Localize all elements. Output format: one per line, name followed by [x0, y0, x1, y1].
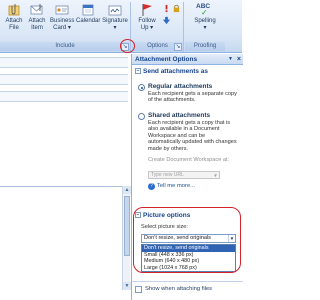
message-scrollbar[interactable]: ▲ ▼: [122, 186, 131, 290]
proofing-group-label: Proofing: [185, 42, 225, 51]
ribbon: Attach File Attach Item Business Card ▾: [0, 0, 242, 53]
close-icon[interactable]: ×: [237, 54, 241, 65]
subject-field[interactable]: [0, 91, 128, 102]
business-card-button[interactable]: Business Card ▾: [50, 3, 74, 32]
importance-high-icon[interactable]: [162, 4, 171, 13]
attachment-options-pane: Attachment Options ▼ × − Send attachments…: [131, 54, 243, 300]
paperclip-icon: [8, 4, 20, 16]
regular-attachments-label[interactable]: Regular attachments: [148, 83, 212, 90]
send-attachments-section-header[interactable]: − Send attachments as: [135, 68, 208, 76]
include-group: Attach File Attach Item Business Card ▾: [0, 2, 131, 52]
pane-menu-chevron-icon[interactable]: ▼: [228, 54, 233, 65]
follow-up-button[interactable]: Follow Up ▾: [136, 3, 158, 32]
scroll-up-arrow[interactable]: ▲: [123, 186, 131, 194]
tell-me-more-link[interactable]: ? Tell me more...: [148, 183, 195, 190]
pane-header: Attachment Options ▼ ×: [132, 54, 243, 65]
highlight-circle-launcher: [120, 39, 135, 53]
envelope-clip-icon: [30, 4, 43, 15]
help-icon: ?: [148, 183, 155, 190]
message-body[interactable]: [0, 186, 122, 290]
show-when-attaching-checkbox[interactable]: [135, 286, 142, 293]
options-dialog-launcher[interactable]: ↘: [174, 43, 182, 51]
message-area: ▲ ▼: [0, 54, 131, 300]
proofing-group: ABC ✓ Spelling ▾ Proofing: [185, 2, 225, 52]
lock-icon[interactable]: [172, 4, 181, 13]
create-workspace-label: Create Document Workspace at:: [148, 157, 230, 163]
scroll-down-arrow[interactable]: ▼: [123, 282, 131, 290]
spelling-icon: ABC ✓: [196, 3, 211, 17]
regular-attachments-radio[interactable]: [138, 84, 145, 91]
business-card-icon: [55, 5, 69, 15]
options-group: Follow Up ▾ Options ↘: [132, 2, 184, 52]
collapse-icon[interactable]: −: [135, 68, 141, 75]
calendar-button[interactable]: Calendar: [76, 3, 100, 25]
pane-title: Attachment Options: [135, 56, 198, 63]
spelling-button[interactable]: ABC ✓ Spelling ▾: [190, 3, 220, 32]
scroll-thumb[interactable]: [124, 196, 130, 256]
cc-field[interactable]: [0, 74, 128, 85]
to-field[interactable]: [0, 57, 128, 68]
flag-icon: [142, 4, 152, 16]
show-when-attaching-label[interactable]: Show when attaching files: [145, 286, 212, 292]
signature-icon: [108, 5, 122, 16]
shared-attachments-radio[interactable]: [138, 113, 145, 120]
include-group-label: Include: [0, 42, 130, 51]
attach-item-button[interactable]: Attach Item: [26, 3, 48, 32]
signature-button[interactable]: Signature ▾: [102, 3, 128, 32]
combo-chevron-down-icon: ▼: [213, 173, 218, 178]
shared-attachments-desc: Each recipient gets a copy that is also …: [148, 120, 237, 152]
pane-footer-divider: [132, 281, 243, 282]
attach-file-button[interactable]: Attach File: [3, 3, 25, 32]
importance-low-icon[interactable]: [162, 16, 171, 25]
regular-attachments-desc: Each recipient gets a separate copy of t…: [148, 91, 237, 104]
highlight-circle-picture-options: [133, 207, 241, 273]
calendar-icon: [82, 4, 94, 16]
shared-attachments-label[interactable]: Shared attachments: [148, 112, 210, 119]
workspace-url-combo: Type new URL ▼: [148, 171, 220, 179]
